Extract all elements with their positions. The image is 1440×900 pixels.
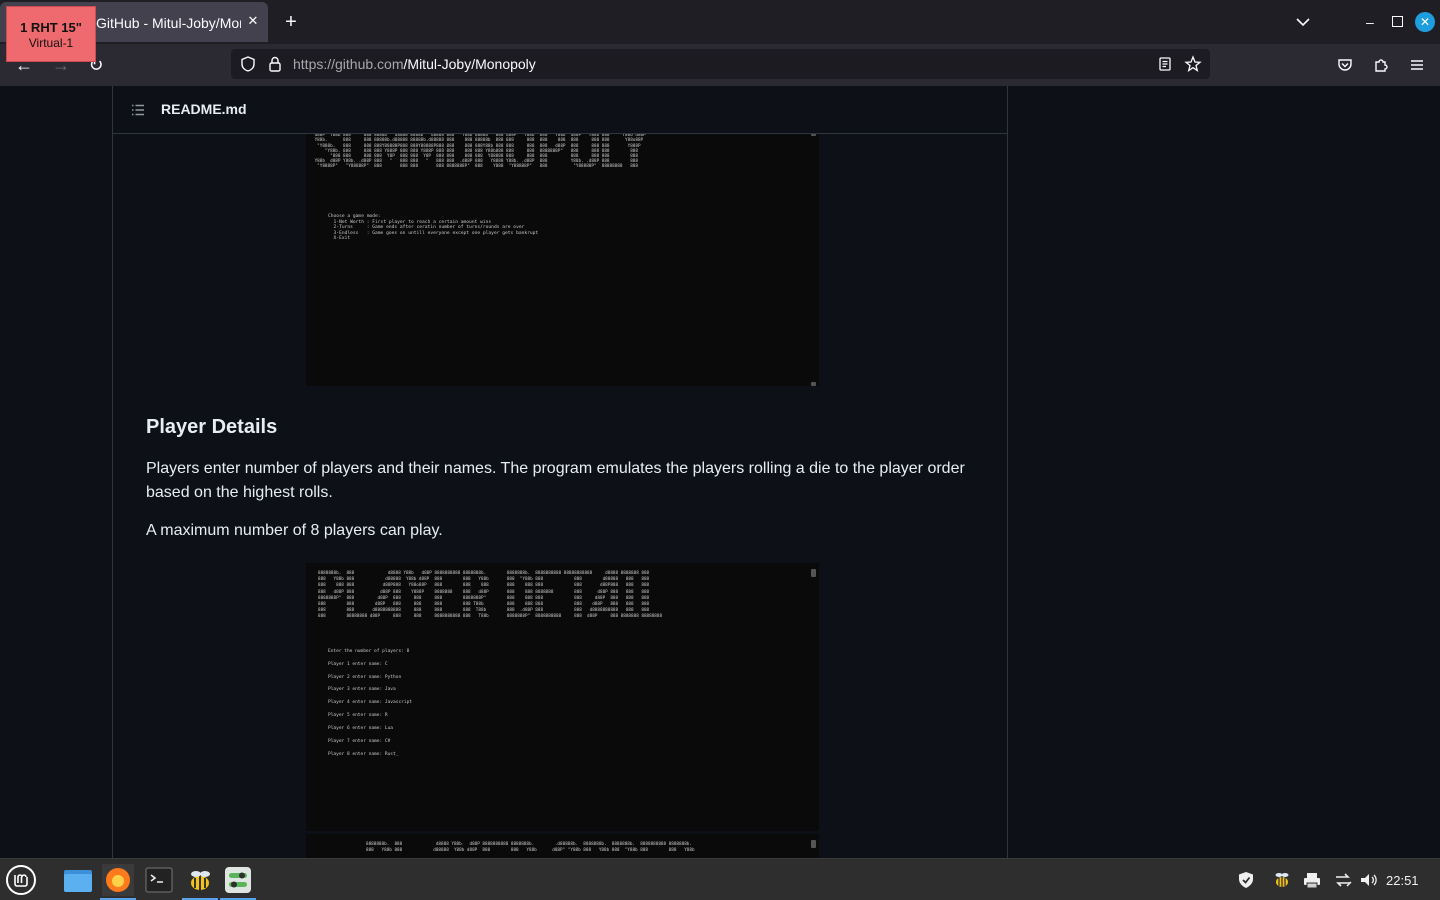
- lock-icon[interactable]: [266, 55, 284, 73]
- player-name-prompts: Enter the number of players: 8 Player 1 …: [328, 649, 412, 757]
- tab-close-icon[interactable]: ✕: [244, 12, 262, 30]
- readme-header: README.md: [113, 86, 1007, 134]
- badge-line1: 1 RHT 15": [20, 20, 82, 35]
- readme-box: README.md .d8888b. 888 888 888b d888 888…: [112, 86, 1008, 858]
- minimize-icon[interactable]: –: [1366, 12, 1378, 32]
- player-details-ascii-banner: 8888888b. 888 d8888 Y88b d88P 8888888888…: [318, 571, 663, 620]
- volume-icon[interactable]: [1359, 871, 1379, 889]
- taskbar: 22:51: [0, 858, 1440, 900]
- player-order-screenshot: 8888888b. 888 d8888 Y88b d88P 8888888888…: [306, 834, 819, 858]
- menu-icon[interactable]: [1408, 56, 1426, 74]
- settings-icon[interactable]: [222, 864, 254, 896]
- close-window-icon[interactable]: ✕: [1415, 12, 1435, 32]
- badge-line2: Virtual-1: [28, 36, 74, 50]
- monopoly-ascii-banner: .d8888b. 888 888 888b d888 888b d888 888…: [314, 132, 649, 170]
- scrollbar-thumb[interactable]: [811, 569, 816, 577]
- terminal-icon[interactable]: [143, 864, 175, 896]
- printer-icon[interactable]: [1302, 871, 1322, 889]
- display-badge: 1 RHT 15" Virtual-1: [6, 6, 96, 62]
- player-order-ascii-banner: 8888888b. 888 d8888 Y88b d88P 8888888888…: [366, 842, 695, 854]
- bee-tray-icon[interactable]: [1272, 871, 1292, 889]
- files-icon[interactable]: [62, 864, 94, 896]
- clock[interactable]: 22:51: [1386, 873, 1419, 888]
- extensions-icon[interactable]: [1372, 56, 1390, 74]
- max-players-paragraph: A maximum number of 8 players can play.: [146, 522, 443, 539]
- section-heading: Player Details: [146, 416, 278, 438]
- list-all-tabs-icon[interactable]: [1293, 12, 1313, 32]
- game-mode-menu-text: Choose a game mode: 1-Net Worth : First …: [328, 214, 539, 242]
- maximize-icon[interactable]: [1392, 16, 1403, 27]
- url-bar[interactable]: https://github.com/Mitul-Joby/Monopoly: [231, 49, 1210, 79]
- game-mode-screenshot: .d8888b. 888 888 888b d888 888b d888 888…: [306, 132, 819, 386]
- pocket-icon[interactable]: [1336, 56, 1354, 74]
- network-icon[interactable]: [1333, 871, 1353, 889]
- page-content: README.md .d8888b. 888 888 888b d888 888…: [0, 86, 1440, 858]
- tab-bar: GitHub - Mitul-Joby/Monopoly ✕ + – ✕: [0, 0, 1440, 44]
- bookmark-star-icon[interactable]: [1184, 55, 1202, 73]
- url-text[interactable]: https://github.com/Mitul-Joby/Monopoly: [293, 56, 536, 72]
- mint-menu-icon[interactable]: [5, 864, 37, 896]
- security-tray-icon[interactable]: [1236, 871, 1256, 889]
- reader-view-icon[interactable]: [1156, 55, 1174, 73]
- scrollbar-down: [811, 382, 816, 386]
- outline-list-icon[interactable]: [130, 102, 146, 118]
- new-tab-button[interactable]: +: [280, 11, 302, 33]
- navigation-bar: ← → ↻ https://github.com/Mitul-Joby/Mono…: [0, 44, 1440, 86]
- bee-icon[interactable]: [184, 864, 216, 896]
- shield-icon[interactable]: [239, 55, 257, 73]
- firefox-icon[interactable]: [102, 864, 134, 896]
- scrollbar-thumb[interactable]: [811, 840, 816, 848]
- player-details-screenshot: 8888888b. 888 d8888 Y88b d88P 8888888888…: [306, 563, 819, 831]
- readme-filename: README.md: [161, 101, 247, 117]
- player-details-paragraph: Players enter number of players and thei…: [146, 460, 965, 501]
- tab-title: GitHub - Mitul-Joby/Monopoly: [96, 15, 241, 31]
